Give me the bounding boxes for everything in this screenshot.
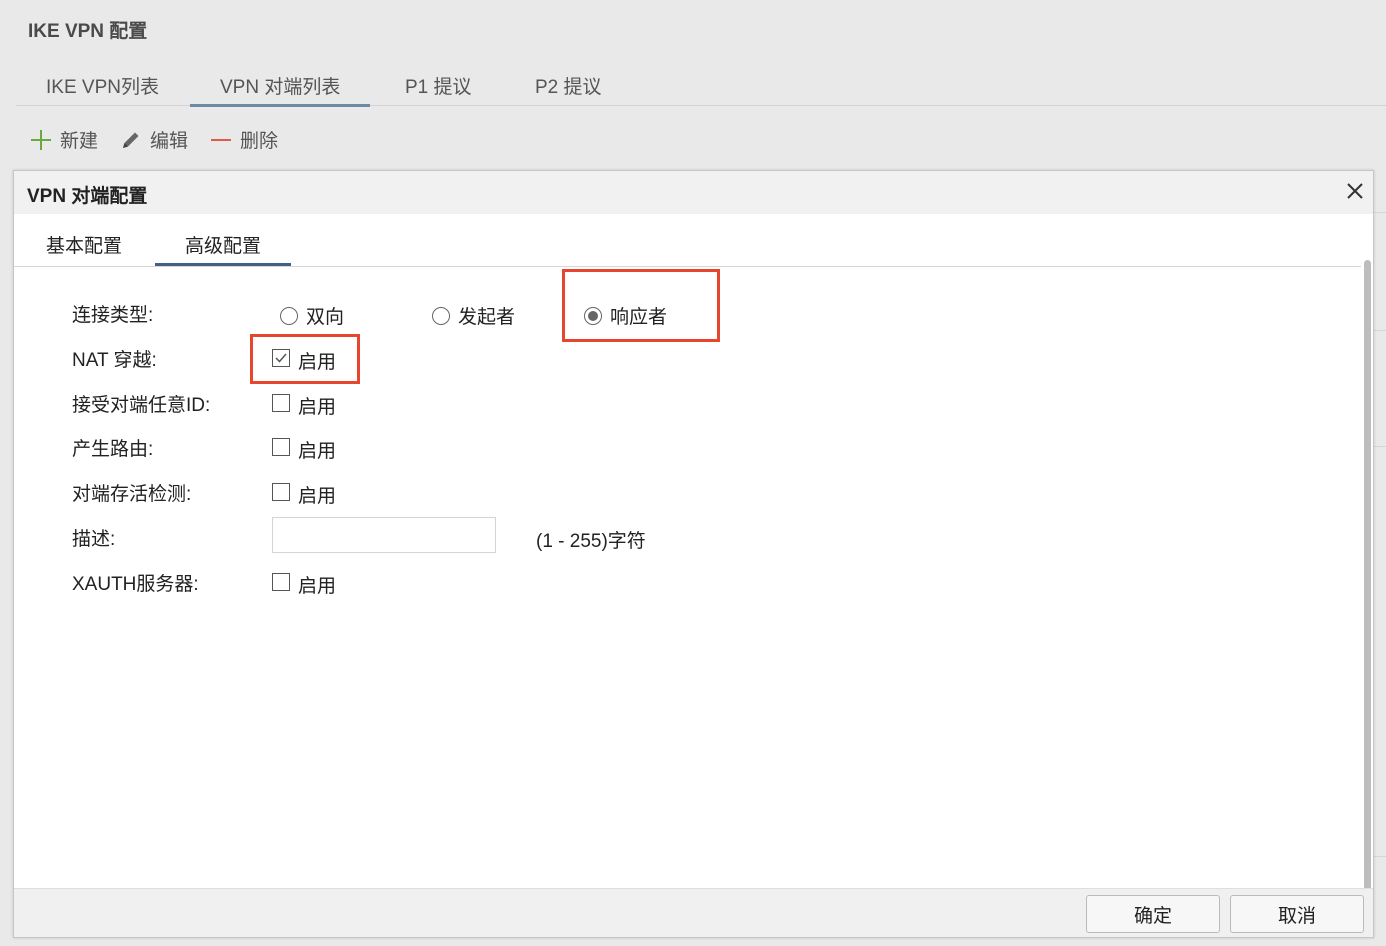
radio-bidirectional[interactable]: 双向 [280,302,344,329]
accept-any-peer-id-option: 启用 [298,397,337,418]
radio-initiator[interactable]: 发起者 [432,302,515,329]
scrollbar-thumb[interactable] [1364,260,1371,924]
delete-button[interactable]: 删除 [210,126,278,153]
checkbox [272,482,290,501]
tab-ike-vpn-list[interactable]: IKE VPN列表 [46,76,159,104]
description-input[interactable] [272,517,496,553]
background-divider [1372,330,1386,331]
new-button[interactable]: 新建 [30,126,98,153]
ok-button[interactable]: 确定 [1086,895,1220,933]
radio-initiator-label: 发起者 [458,307,516,328]
nat-traversal-label: NAT 穿越: [72,350,157,371]
delete-button-label: 删除 [240,131,279,152]
background-divider [1372,212,1386,213]
plus-icon [31,129,51,150]
checkbox [272,393,290,412]
radio-bidirectional-label: 双向 [306,307,345,328]
checkbox [272,437,290,456]
peer-liveness-label: 对端存活检测: [72,484,192,505]
description-label: 描述: [72,529,116,550]
generate-route-checkbox[interactable]: 启用 [272,436,336,463]
new-button-label: 新建 [60,131,99,152]
peer-liveness-option: 启用 [298,486,337,507]
edit-button[interactable]: 编辑 [120,126,188,153]
radio-circle [280,306,298,325]
tab-p2-proposal[interactable]: P2 提议 [535,76,602,104]
tab-basic-config[interactable]: 基本配置 [46,235,122,263]
minus-icon [211,138,231,141]
pencil-icon [123,132,139,148]
scrollbar[interactable] [1361,214,1373,924]
xauth-server-checkbox[interactable]: 启用 [272,571,336,598]
peer-liveness-checkbox[interactable]: 启用 [272,481,336,508]
generate-route-option: 启用 [298,441,337,462]
cancel-button[interactable]: 取消 [1230,895,1364,933]
edit-button-label: 编辑 [150,131,189,152]
background-divider [1372,446,1386,447]
accept-any-peer-id-checkbox[interactable]: 启用 [272,392,336,419]
dialog-header: VPN 对端配置 [14,171,1373,214]
tab-vpn-peer-list[interactable]: VPN 对端列表 [190,76,371,107]
dialog-title: VPN 对端配置 [27,186,148,207]
page-title: IKE VPN 配置 [28,21,148,42]
radio-circle [432,306,450,325]
highlight-box-nat [250,334,360,384]
accept-any-peer-id-label: 接受对端任意ID: [72,395,211,416]
background-divider [1372,856,1386,857]
dialog-footer: 确定 取消 [14,888,1373,937]
tab-p1-proposal[interactable]: P1 提议 [405,76,472,104]
xauth-server-option: 启用 [298,576,337,597]
generate-route-label: 产生路由: [72,439,154,460]
xauth-server-label: XAUTH服务器: [72,574,199,595]
connection-type-label: 连接类型: [72,305,154,326]
close-icon[interactable] [1343,179,1367,203]
highlight-box-responder [562,269,720,342]
checkbox [272,572,290,591]
tab-advanced-config[interactable]: 高级配置 [155,235,292,266]
vpn-peer-config-dialog: VPN 对端配置 基本配置 高级配置 连接类型: 双向 发起者 响应者 NAT … [13,170,1374,938]
dialog-tabs: 基本配置 高级配置 [14,214,1361,267]
main-tabs: IKE VPN列表 VPN 对端列表 P1 提议 P2 提议 [16,70,1386,107]
description-hint: (1 - 255)字符 [536,531,646,552]
